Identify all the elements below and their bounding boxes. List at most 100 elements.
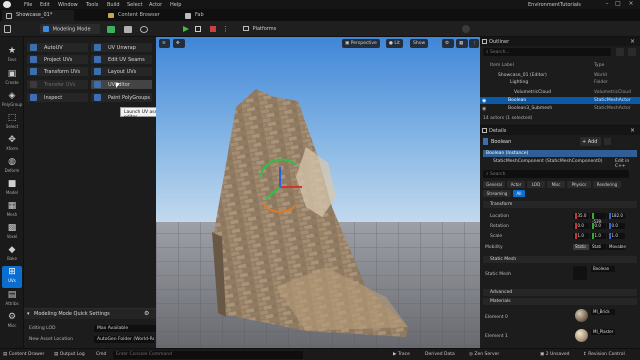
category-model[interactable]: ■ Model bbox=[2, 178, 22, 200]
filter-tab-general[interactable]: General bbox=[483, 181, 505, 188]
category-xform[interactable]: ✥ Xform bbox=[2, 134, 22, 156]
mobility-movable-button[interactable]: Movable bbox=[607, 244, 626, 250]
stop-icon[interactable] bbox=[210, 26, 216, 32]
visibility-eye-icon[interactable]: ◉ bbox=[482, 106, 486, 112]
menu-select[interactable]: Select bbox=[127, 2, 142, 8]
mobility-stationary-button[interactable]: Stati bbox=[590, 244, 606, 250]
actor-name[interactable]: Boolean bbox=[491, 139, 511, 145]
save-icon[interactable] bbox=[4, 25, 11, 33]
outliner-settings-icon[interactable] bbox=[628, 48, 636, 56]
transform-tools-icon[interactable]: ✥ bbox=[173, 39, 185, 48]
edit-in-cpp-link[interactable]: Edit in C++ bbox=[615, 159, 640, 169]
tool-edit-uv-seams[interactable]: Edit UV Seams bbox=[91, 55, 152, 64]
console-command-input[interactable]: Enter Console Command bbox=[113, 351, 303, 359]
static-mesh-select[interactable]: Boolean bbox=[591, 266, 615, 272]
rotation-x-input[interactable]: 0.0 bbox=[573, 223, 589, 229]
cinematics-icon[interactable] bbox=[140, 26, 148, 33]
blueprint-icon[interactable] bbox=[604, 138, 611, 145]
settings-icon[interactable] bbox=[462, 25, 470, 33]
perspective-button[interactable]: ▣ Perspective bbox=[342, 39, 380, 48]
filter-tab-physics[interactable]: Physics bbox=[567, 181, 591, 188]
material0-thumbnail[interactable] bbox=[575, 309, 588, 322]
maximize-icon[interactable]: □ bbox=[614, 1, 622, 8]
unreal-logo-icon[interactable] bbox=[3, 1, 11, 8]
add-content-icon[interactable] bbox=[107, 26, 115, 33]
outliner-row[interactable]: Lighting Folder bbox=[480, 79, 640, 86]
filter-icon[interactable] bbox=[616, 48, 624, 56]
component-instance-row[interactable]: Boolean (Instance) bbox=[483, 150, 637, 157]
tool-transform-uvs[interactable]: Transform UVs bbox=[27, 67, 88, 76]
derived-data-button[interactable]: Derived Data bbox=[425, 352, 455, 357]
add-component-button[interactable]: + Add bbox=[580, 137, 601, 146]
location-x-input[interactable]: 35.0 bbox=[573, 213, 589, 219]
more-options-icon[interactable]: ⋮ bbox=[222, 25, 229, 33]
viewport-options-icon[interactable]: ⋮ bbox=[469, 39, 479, 48]
filter-tab-rendering[interactable]: Rendering bbox=[593, 181, 621, 188]
tool-uveditor[interactable]: UVEditor bbox=[91, 80, 152, 89]
category-bake[interactable]: ◆ Bake bbox=[2, 244, 22, 266]
blueprint-icon[interactable] bbox=[124, 26, 132, 33]
revision-control-button[interactable]: ↕ Revision Control bbox=[583, 352, 625, 357]
menu-help[interactable]: Help bbox=[170, 2, 181, 8]
close-icon[interactable]: × bbox=[627, 1, 635, 8]
filter-tab-misc[interactable]: Misc bbox=[547, 181, 565, 188]
viewport-layout-icon[interactable]: ▦ bbox=[456, 39, 468, 48]
menu-window[interactable]: Window bbox=[58, 2, 78, 8]
category-deform[interactable]: ◍ Deform bbox=[2, 156, 22, 178]
menu-actor[interactable]: Actor bbox=[149, 2, 162, 8]
category-attribs[interactable]: ▤ Attribs bbox=[2, 289, 22, 311]
lit-button[interactable]: ● Lit bbox=[386, 39, 403, 48]
tool-layout-uvs[interactable]: Layout UVs bbox=[91, 67, 152, 76]
col-item-label[interactable]: Item Label bbox=[490, 63, 514, 68]
menu-tools[interactable]: Tools bbox=[86, 2, 98, 8]
tool-autouv[interactable]: AutoUV bbox=[27, 43, 88, 52]
details-search-input[interactable]: ⌕ Search bbox=[483, 170, 629, 178]
materials-section[interactable]: Materials bbox=[483, 298, 637, 305]
zen-server-button[interactable]: ◎ Zen Server bbox=[469, 352, 499, 357]
scale-z-input[interactable]: 1.0 bbox=[607, 233, 625, 239]
material1-select[interactable]: MI_Plaster bbox=[591, 329, 615, 335]
tab-content-browser[interactable]: Content Browser bbox=[104, 10, 164, 21]
content-drawer-button[interactable]: ▤ Content Drawer bbox=[3, 352, 44, 357]
gear-icon[interactable]: ⚙ bbox=[144, 310, 149, 317]
pause-icon[interactable] bbox=[195, 26, 201, 32]
component-mesh-row[interactable]: StaticMeshComponent (StaticMeshComponent… bbox=[483, 158, 637, 165]
location-y-input[interactable]: -539. bbox=[590, 213, 606, 224]
tool-inspect[interactable]: Inspect bbox=[27, 93, 88, 102]
outliner-row[interactable]: Showcase_01 (Editor) World bbox=[480, 72, 640, 79]
rotation-y-input[interactable]: 0.0 bbox=[590, 223, 606, 229]
tool-uv-unwrap[interactable]: UV Unwrap bbox=[91, 43, 152, 52]
tab-showcase[interactable]: Showcase_01* bbox=[2, 10, 74, 21]
close-panel-icon[interactable]: × bbox=[630, 38, 635, 45]
static-mesh-section[interactable]: Static Mesh bbox=[483, 256, 637, 263]
transform-section[interactable]: Transform bbox=[483, 201, 637, 208]
visibility-eye-icon[interactable]: ◉ bbox=[482, 98, 486, 104]
category-mesh[interactable]: ▦ Mesh bbox=[2, 200, 22, 222]
category-misc[interactable]: ⚙ Misc bbox=[2, 311, 22, 333]
play-icon[interactable] bbox=[183, 26, 189, 32]
trace-button[interactable]: ▶ Trace bbox=[393, 352, 410, 357]
filter-tab-lod[interactable]: LOD bbox=[527, 181, 545, 188]
category-uvs[interactable]: ⊞ UVs bbox=[2, 266, 22, 288]
location-z-input[interactable]: 182.0 bbox=[607, 213, 625, 219]
scale-y-input[interactable]: 1.0 bbox=[590, 233, 606, 239]
category-voxel[interactable]: ▩ Voxel bbox=[2, 222, 22, 244]
menu-file[interactable]: File bbox=[24, 2, 32, 8]
static-mesh-thumbnail[interactable] bbox=[573, 266, 587, 280]
category-create[interactable]: ▣ Create bbox=[2, 68, 22, 90]
outliner-row[interactable]: VolumetricCloud VolumetricCloud bbox=[480, 89, 640, 96]
menu-build[interactable]: Build bbox=[107, 2, 120, 8]
tool-transfer-uvs[interactable]: Transfer UVs bbox=[27, 80, 88, 89]
filter-tab-actor[interactable]: Actor bbox=[507, 181, 525, 188]
new-asset-location-select[interactable]: AutoGen Folder (World-Relativ bbox=[94, 336, 154, 343]
viewport-menu-icon[interactable]: ≡ bbox=[159, 39, 170, 48]
menu-edit[interactable]: Edit bbox=[40, 2, 50, 8]
col-type[interactable]: Type bbox=[594, 63, 604, 68]
close-panel-icon[interactable]: × bbox=[630, 127, 635, 134]
output-log-button[interactable]: ▤ Output Log bbox=[54, 352, 85, 357]
tool-project-uvs[interactable]: Project UVs bbox=[27, 55, 88, 64]
scale-x-input[interactable]: 1.0 bbox=[573, 233, 589, 239]
unsaved-button[interactable]: ▣ 2 Unsaved bbox=[540, 352, 570, 357]
tool-paint-polygroups[interactable]: Paint PolyGroups bbox=[91, 93, 152, 102]
category-favs[interactable]: ★ Favs bbox=[2, 45, 22, 67]
